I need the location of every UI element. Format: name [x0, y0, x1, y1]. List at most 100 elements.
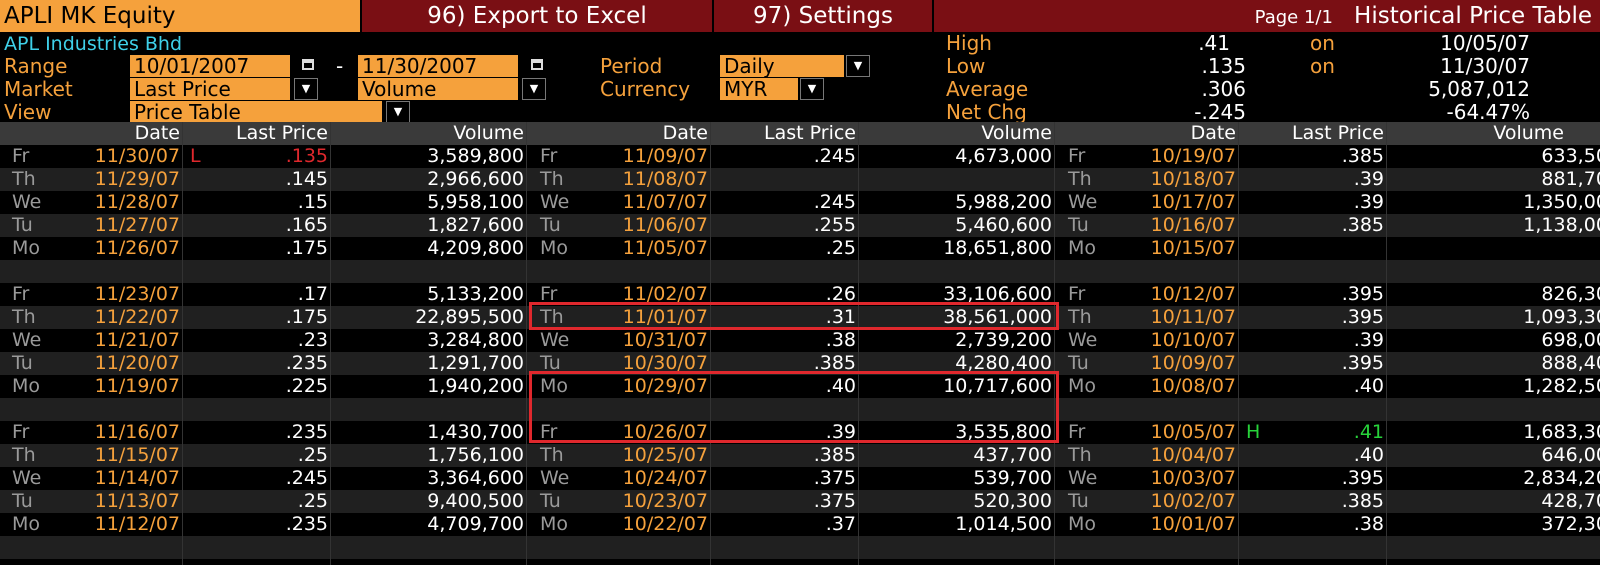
column-divider: [330, 122, 331, 565]
date-cell: 10/18/07: [1150, 168, 1236, 190]
table-row[interactable]: We 11/21/07 .23 3,284,800 We 10/31/07 .38 2,739…: [0, 329, 1600, 352]
range-start-input[interactable]: 10/01/2007: [130, 55, 290, 77]
column-header-date[interactable]: Date: [0, 122, 180, 145]
volume-cell: 22,895,500: [415, 306, 524, 328]
table-row[interactable]: Fr 11/30/07 .135 3,589,800 L Fr 11/09/07 .245 4,…: [0, 145, 1600, 168]
last-price-cell: .25: [825, 237, 856, 259]
column-header-date[interactable]: Date: [1056, 122, 1236, 145]
column-header-last-price[interactable]: Last Price: [712, 122, 856, 145]
currency-label: Currency: [600, 77, 691, 101]
volume-cell: 881,700: [1541, 168, 1600, 190]
table-row[interactable]: We 11/14/07 .245 3,364,600 We 10/24/07 .375 539…: [0, 467, 1600, 490]
settings-button[interactable]: 97) Settings: [712, 0, 934, 32]
table-row[interactable]: Mo 11/12/07 .235 4,709,700 Mo 10/22/07 .37 1,01…: [0, 513, 1600, 536]
date-cell: 10/17/07: [1150, 191, 1236, 213]
table-row[interactable]: [0, 536, 1600, 559]
date-cell: 11/09/07: [622, 145, 708, 167]
view-label: View: [4, 100, 52, 124]
range-end-input[interactable]: 11/30/2007: [358, 55, 518, 77]
table-row[interactable]: Th 11/15/07 .25 1,756,100 Th 10/25/07 .385 437,…: [0, 444, 1600, 467]
volume-cell: 4,709,700: [427, 513, 524, 535]
table-row[interactable]: Th 11/29/07 .145 2,966,600 Th 11/08/07 Th 10/18…: [0, 168, 1600, 191]
volume-cell: 888,400: [1541, 352, 1600, 374]
volume-cell: 1,138,000: [1523, 214, 1600, 236]
last-price-cell: .245: [813, 191, 856, 213]
table-row[interactable]: Tu 11/27/07 .165 1,827,600 Tu 11/06/07 .255 5,4…: [0, 214, 1600, 237]
average-label: Average: [946, 77, 1029, 101]
day-of-week: We: [12, 467, 42, 489]
day-of-week: We: [12, 329, 42, 351]
column-header-last-price[interactable]: Last Price: [1240, 122, 1384, 145]
volume-cell: 4,673,000: [955, 145, 1052, 167]
column-divider: [710, 122, 711, 565]
column-header-volume[interactable]: Volume: [332, 122, 524, 145]
currency-select[interactable]: MYR: [720, 78, 798, 100]
volume-cell: 428,700: [1541, 490, 1600, 512]
last-price-cell: .235: [285, 352, 328, 374]
column-header-date[interactable]: Date: [528, 122, 708, 145]
date-cell: 10/04/07: [1150, 444, 1236, 466]
volume-cell: 3,364,600: [427, 467, 524, 489]
calendar-icon[interactable]: [525, 55, 549, 77]
day-of-week: Fr: [12, 421, 30, 443]
last-price-cell: .235: [285, 421, 328, 443]
chevron-down-icon[interactable]: ▼: [522, 78, 546, 100]
volume-cell: 3,284,800: [427, 329, 524, 351]
column-header-volume[interactable]: Volume: [1388, 122, 1564, 145]
table-row[interactable]: [0, 260, 1600, 283]
calendar-icon[interactable]: [296, 55, 320, 77]
view-select[interactable]: Price Table: [130, 101, 382, 123]
day-of-week: Th: [12, 168, 36, 190]
day-of-week: Mo: [1068, 513, 1097, 535]
date-cell: 11/08/07: [622, 168, 708, 190]
column-header-volume[interactable]: Volume: [860, 122, 1052, 145]
date-cell: 10/03/07: [1150, 467, 1236, 489]
measure-select[interactable]: Volume: [358, 78, 518, 100]
date-cell: 11/28/07: [94, 191, 180, 213]
last-price-cell: .225: [285, 375, 328, 397]
last-price-cell: .25: [297, 444, 328, 466]
date-cell: 10/10/07: [1150, 329, 1236, 351]
day-of-week: Fr: [1068, 421, 1086, 443]
chevron-down-icon[interactable]: ▼: [800, 78, 824, 100]
market-select[interactable]: Last Price: [130, 78, 290, 100]
volume-cell: 1,282,500: [1523, 375, 1600, 397]
table-row[interactable]: We 11/28/07 .15 5,958,100 We 11/07/07 .245 5,98…: [0, 191, 1600, 214]
market-label: Market: [4, 77, 73, 101]
average-volume: 5,087,012: [1428, 77, 1530, 101]
table-row[interactable]: Tu 11/13/07 .25 9,400,500 Tu 10/23/07 .375 520,…: [0, 490, 1600, 513]
date-cell: 10/08/07: [1150, 375, 1236, 397]
day-of-week: Mo: [1068, 375, 1097, 397]
column-header-last-price[interactable]: Last Price: [184, 122, 328, 145]
period-label: Period: [600, 54, 663, 78]
chevron-down-icon[interactable]: ▼: [294, 78, 318, 100]
last-price-cell: .23: [297, 329, 328, 351]
volume-cell: 5,958,100: [427, 191, 524, 213]
period-select[interactable]: Daily: [720, 55, 844, 77]
column-divider: [182, 122, 183, 565]
last-price-cell: .395: [1341, 352, 1384, 374]
last-price-cell: .25: [297, 490, 328, 512]
high-label: High: [946, 31, 992, 55]
last-price-cell: .41: [1353, 421, 1384, 443]
volume-cell: 4,209,800: [427, 237, 524, 259]
volume-cell: 5,133,200: [427, 283, 524, 305]
table-row[interactable]: Mo 11/26/07 .175 4,209,800 Mo 11/05/07 .25 18,6…: [0, 237, 1600, 260]
day-of-week: We: [1068, 329, 1098, 351]
day-of-week: Fr: [12, 283, 30, 305]
security-ticker[interactable]: APLI MK Equity: [0, 0, 360, 32]
day-of-week: Tu: [540, 490, 561, 512]
day-of-week: Tu: [540, 214, 561, 236]
chevron-down-icon[interactable]: ▼: [846, 55, 870, 77]
chevron-down-icon[interactable]: ▼: [386, 101, 410, 123]
volume-cell: [860, 168, 1052, 191]
highlight-box: [529, 371, 1059, 443]
export-to-excel-button[interactable]: 96) Export to Excel: [360, 0, 712, 32]
volume-cell: 646,000: [1541, 444, 1600, 466]
volume-cell: 3,589,800: [427, 145, 524, 167]
column-divider: [526, 122, 527, 565]
last-price-cell: .40: [1353, 444, 1384, 466]
last-price-cell: .39: [1353, 191, 1384, 213]
date-cell: 10/25/07: [622, 444, 708, 466]
volume-cell: 1,756,100: [427, 444, 524, 466]
